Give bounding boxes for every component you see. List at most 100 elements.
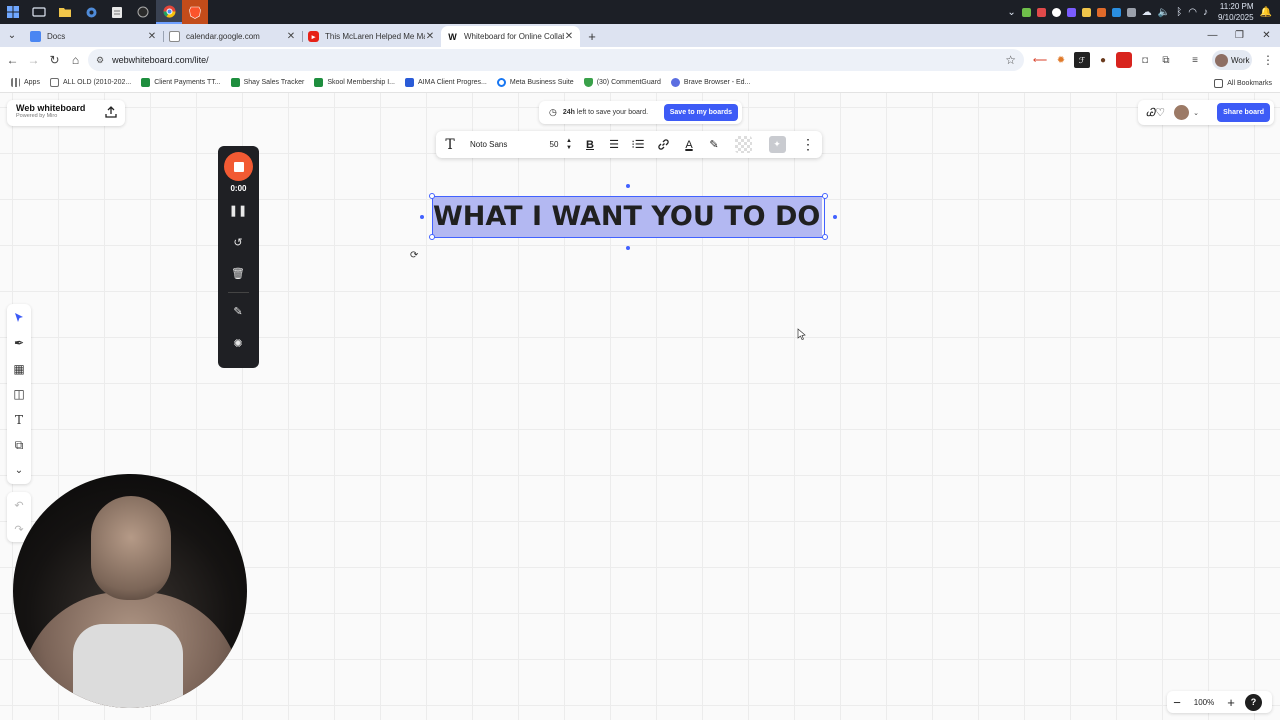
bookmark-item[interactable]: AIMA Client Progres...: [400, 73, 492, 93]
restore-icon[interactable]: ❐: [1226, 24, 1253, 47]
windows-start-icon[interactable]: [0, 0, 26, 24]
all-bookmarks[interactable]: All Bookmarks: [1214, 73, 1272, 93]
sticky-note-icon[interactable]: ◫: [11, 386, 27, 402]
zoom-out-button[interactable]: −: [1167, 691, 1187, 713]
shapes-icon[interactable]: ⧉: [11, 437, 27, 453]
notification-bell-icon[interactable]: 🔔: [1260, 7, 1272, 18]
tray-app-icon[interactable]: [1111, 7, 1121, 17]
tray-app-icon[interactable]: [1096, 7, 1106, 17]
resize-handle[interactable]: [429, 234, 435, 240]
close-icon[interactable]: ✕: [286, 31, 296, 42]
highlighter-icon[interactable]: ✎: [702, 131, 726, 158]
notepad-icon[interactable]: [104, 0, 130, 24]
zoom-level[interactable]: 100%: [1187, 698, 1221, 707]
link-icon[interactable]: [650, 131, 676, 158]
tab-docs[interactable]: Docs ✕: [24, 26, 163, 47]
font-size-value[interactable]: 50: [544, 131, 564, 158]
forward-arrow-icon[interactable]: →: [23, 47, 44, 73]
redo-icon[interactable]: ↷: [11, 521, 27, 537]
effects-icon[interactable]: ✺: [230, 335, 246, 351]
text-color-icon[interactable]: A: [676, 131, 702, 158]
restart-icon[interactable]: ↺: [230, 234, 246, 250]
bluetooth-icon[interactable]: ᛒ: [1176, 7, 1182, 18]
connector-dot[interactable]: [626, 246, 630, 250]
resize-handle[interactable]: [429, 193, 435, 199]
tray-nvidia-icon[interactable]: [1021, 7, 1031, 17]
url-text[interactable]: webwhiteboard.com/lite/: [112, 55, 1005, 65]
brave-browser-icon[interactable]: [182, 0, 208, 24]
text-tool-icon[interactable]: T: [11, 412, 27, 428]
pause-icon[interactable]: ❚❚: [229, 202, 247, 218]
avatar[interactable]: [1174, 105, 1190, 120]
bookmark-item[interactable]: Meta Business Suite: [492, 73, 579, 93]
chrome-icon[interactable]: [156, 0, 182, 24]
bookmark-item[interactable]: Skool Membership I...: [309, 73, 400, 93]
bookmark-item[interactable]: (30) CommentGuard: [579, 73, 666, 93]
rotate-handle-icon[interactable]: ⟳: [410, 250, 422, 262]
bookmark-item[interactable]: Client Payments TT...: [136, 73, 225, 93]
select-cursor-icon[interactable]: [11, 310, 27, 326]
task-view-icon[interactable]: [26, 0, 52, 24]
tray-app-icon[interactable]: [1081, 7, 1091, 17]
obs-icon[interactable]: [130, 0, 156, 24]
tab-calendar[interactable]: calendar.google.com ✕: [163, 26, 302, 47]
cloud-icon[interactable]: ☁: [1142, 7, 1152, 18]
zoom-in-button[interactable]: +: [1221, 691, 1241, 713]
resize-handle[interactable]: [822, 193, 828, 199]
stop-recording-button[interactable]: [224, 152, 253, 181]
tray-app-icon[interactable]: [1066, 7, 1076, 17]
extensions-puzzle-icon[interactable]: ⧉: [1158, 52, 1174, 68]
file-explorer-icon[interactable]: [52, 0, 78, 24]
wifi-icon[interactable]: ◠: [1188, 7, 1197, 18]
text-type-icon[interactable]: T: [436, 131, 464, 158]
reading-list-icon[interactable]: ≡: [1187, 52, 1203, 68]
fill-color-icon[interactable]: [726, 131, 760, 158]
camera-extension-icon[interactable]: ◘: [1137, 52, 1153, 68]
extension-icon[interactable]: ℱ: [1074, 52, 1090, 68]
home-icon[interactable]: ⌂: [65, 47, 86, 73]
tab-youtube[interactable]: ▸ This McLaren Helped Me Make ✕: [302, 26, 441, 47]
back-extension-icon[interactable]: ⟵: [1032, 52, 1048, 68]
chevron-down-icon[interactable]: ▼: [566, 145, 572, 152]
browser-menu-icon[interactable]: ⋮: [1262, 47, 1274, 73]
tray-app-icon[interactable]: [1126, 7, 1136, 17]
tab-whiteboard[interactable]: W Whiteboard for Online Collabo ✕: [441, 26, 580, 47]
share-board-button[interactable]: Share board: [1217, 103, 1270, 122]
bookmark-item[interactable]: Brave Browser - Ed...: [666, 73, 756, 93]
close-icon[interactable]: ✕: [564, 31, 574, 42]
tab-search-icon[interactable]: ⌄: [0, 24, 24, 47]
font-family-select[interactable]: Noto Sans: [464, 131, 526, 158]
trash-icon[interactable]: 🗑: [230, 265, 246, 281]
minimize-icon[interactable]: —: [1199, 24, 1226, 47]
magic-style-icon[interactable]: ✦: [760, 131, 794, 158]
save-to-my-boards-button[interactable]: Save to my boards: [663, 104, 738, 121]
export-icon[interactable]: [105, 106, 117, 118]
more-options-icon[interactable]: ⋮: [794, 131, 822, 158]
webcam-bubble[interactable]: [13, 474, 247, 708]
extension-icon[interactable]: ●: [1095, 52, 1111, 68]
reload-icon[interactable]: ↻: [44, 47, 65, 73]
address-bar[interactable]: ⚙ webwhiteboard.com/lite/ ☆: [88, 49, 1024, 71]
connector-dot[interactable]: [833, 215, 837, 219]
new-tab-button[interactable]: +: [580, 26, 604, 47]
connector-dot[interactable]: [420, 215, 424, 219]
volume-icon[interactable]: ♪: [1203, 7, 1208, 18]
close-icon[interactable]: ✕: [147, 31, 157, 42]
bullet-list-icon[interactable]: ⁝☰: [626, 131, 650, 158]
chevron-down-icon[interactable]: ⌄: [1193, 109, 1199, 117]
bookmark-apps[interactable]: Apps: [6, 73, 45, 93]
speaker-icon[interactable]: 🔈: [1158, 7, 1170, 18]
tray-app-icon[interactable]: [1036, 7, 1046, 17]
extension-icon[interactable]: ✹: [1053, 52, 1069, 68]
chevron-up-icon[interactable]: ⌄: [1007, 7, 1015, 18]
connector-dot[interactable]: [626, 184, 630, 188]
help-icon[interactable]: ?: [1245, 693, 1262, 711]
chevron-up-icon[interactable]: ▲: [566, 138, 572, 145]
align-left-icon[interactable]: ☰: [602, 131, 626, 158]
bookmark-item[interactable]: ALL OLD (2010-202...: [45, 73, 136, 93]
undo-icon[interactable]: ↶: [11, 497, 27, 513]
more-tools-chevron-icon[interactable]: ⌄: [11, 462, 27, 478]
site-info-icon[interactable]: ⚙: [96, 55, 104, 66]
bold-icon[interactable]: B: [578, 131, 602, 158]
extension-icon[interactable]: [1116, 52, 1132, 68]
